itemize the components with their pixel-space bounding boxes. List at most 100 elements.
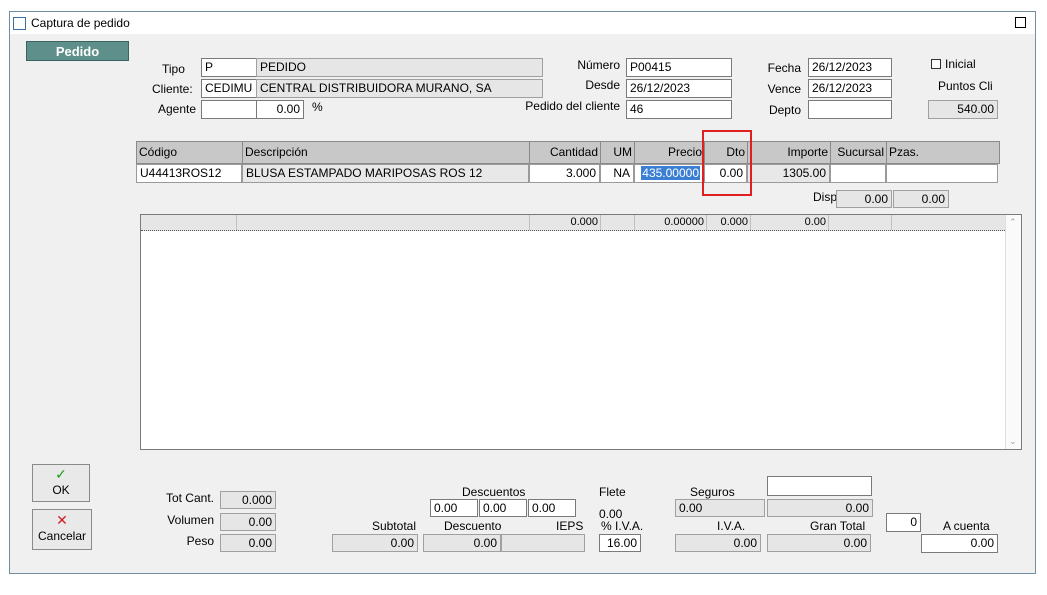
volumen-field: 0.00 xyxy=(220,513,276,531)
col-um[interactable]: UM xyxy=(601,142,635,163)
list-col-1 xyxy=(141,215,237,230)
list-col-2 xyxy=(237,215,530,230)
agente-percent-field[interactable]: 0.00 xyxy=(256,100,304,119)
gran-total-label: Gran Total xyxy=(810,519,866,533)
gran-total-field: 0.00 xyxy=(767,534,871,552)
vence-label: Vence xyxy=(767,82,801,96)
pedido-cliente-field[interactable]: 46 xyxy=(626,100,732,119)
cancel-button[interactable]: ✕ Cancelar xyxy=(32,509,92,550)
disp-field-2: 0.00 xyxy=(893,190,949,208)
row-codigo-field[interactable]: U44413ROS12 xyxy=(136,164,242,183)
tot-cant-label: Tot Cant. xyxy=(165,491,214,505)
check-icon: ✓ xyxy=(55,466,67,482)
percent-symbol: % xyxy=(312,100,323,114)
iva-label: I.V.A. xyxy=(717,519,746,533)
a-cuenta-label: A cuenta xyxy=(943,519,990,533)
dto-highlight-box xyxy=(702,130,752,196)
fecha-label: Fecha xyxy=(767,61,801,75)
ieps-label: IEPS xyxy=(556,519,584,533)
agente-code-field[interactable] xyxy=(201,100,257,119)
pedido-button[interactable]: Pedido xyxy=(26,41,129,61)
row-um-field[interactable]: NA xyxy=(600,164,634,183)
peso-field: 0.00 xyxy=(220,534,276,552)
descuentos-label: Descuentos xyxy=(462,485,526,499)
items-list[interactable]: 0.000 0.00000 0.000 0.00 ⌃ ⌄ xyxy=(140,214,1022,450)
tot-cant-field: 0.000 xyxy=(220,491,276,509)
list-total-importe: 0.00 xyxy=(751,215,829,230)
items-list-scrollbar[interactable]: ⌃ ⌄ xyxy=(1005,215,1021,449)
descuento-1-field[interactable]: 0.00 xyxy=(430,499,478,517)
subtotal-label: Subtotal xyxy=(371,519,416,533)
items-grid-row: U44413ROS12 BLUSA ESTAMPADO MARIPOSAS RO… xyxy=(136,164,1000,183)
row-pzas-field[interactable] xyxy=(886,164,998,183)
pct-iva-field[interactable]: 16.00 xyxy=(599,534,641,552)
pedido-cliente-label: Pedido del cliente xyxy=(525,99,620,113)
seguros-field: 0.00 xyxy=(675,499,765,517)
descuento-field: 0.00 xyxy=(423,534,501,552)
col-codigo[interactable]: Código xyxy=(137,142,243,163)
ok-button[interactable]: ✓ OK xyxy=(32,464,90,502)
extra-input-field[interactable] xyxy=(767,476,872,496)
inicial-label: Inicial xyxy=(945,57,976,71)
row-sucursal-field[interactable] xyxy=(830,164,886,183)
desde-label: Desde xyxy=(585,78,620,92)
descuento-label: Descuento xyxy=(444,519,502,533)
items-list-totals-row: 0.000 0.00000 0.000 0.00 xyxy=(141,215,1007,231)
list-col-um xyxy=(601,215,635,230)
disp-label: Disp xyxy=(813,190,838,204)
extra-value-field: 0.00 xyxy=(767,499,873,517)
agente-label: Agente xyxy=(158,102,197,116)
cliente-name-field: CENTRAL DISTRIBUIDORA MURANO, SA xyxy=(256,79,543,98)
scroll-down-icon[interactable]: ⌄ xyxy=(1009,436,1017,447)
tipo-description-field: PEDIDO xyxy=(256,58,543,77)
list-total-dto: 0.000 xyxy=(707,215,751,230)
col-sucursal[interactable]: Sucursal xyxy=(831,142,887,163)
close-icon: ✕ xyxy=(56,512,68,528)
numero-field[interactable]: P00415 xyxy=(626,58,732,77)
order-capture-window: Captura de pedido Pedido Tipo P PEDIDO C… xyxy=(9,11,1036,574)
cancel-button-label: Cancelar xyxy=(37,529,87,543)
tipo-label: Tipo xyxy=(162,62,185,76)
volumen-label: Volumen xyxy=(167,513,214,527)
cliente-label: Cliente: xyxy=(152,82,193,96)
col-cantidad[interactable]: Cantidad xyxy=(530,142,601,163)
tipo-code-field[interactable]: P xyxy=(201,58,257,77)
row-descripcion-cell: BLUSA ESTAMPADO MARIPOSAS ROS 12 xyxy=(242,164,529,183)
list-col-sucursal xyxy=(829,215,892,230)
row-precio-field[interactable]: 435.00000 xyxy=(634,164,704,183)
depto-field[interactable] xyxy=(808,100,892,119)
title-bar: Captura de pedido xyxy=(10,12,1035,34)
items-grid-header: Código Descripción Cantidad UM Precio Dt… xyxy=(136,141,1000,164)
desde-field[interactable]: 26/12/2023 xyxy=(626,79,732,98)
peso-label: Peso xyxy=(186,534,214,548)
seguros-label: Seguros xyxy=(690,485,735,499)
inicial-checkbox[interactable] xyxy=(931,59,941,69)
list-col-pzas xyxy=(892,215,1007,230)
puntos-cli-label: Puntos Cli xyxy=(938,79,993,93)
col-precio[interactable]: Precio xyxy=(635,142,705,163)
numero-label: Número xyxy=(577,58,620,72)
flete-label: Flete xyxy=(599,485,626,499)
row-precio-selected-text: 435.00000 xyxy=(641,166,700,180)
depto-label: Depto xyxy=(768,103,801,117)
maximize-button[interactable] xyxy=(1015,17,1026,28)
row-importe-cell: 1305.00 xyxy=(747,164,830,183)
a-cuenta-field[interactable]: 0.00 xyxy=(921,534,998,553)
cliente-code-field[interactable]: CEDIMU xyxy=(201,79,257,98)
col-importe[interactable]: Importe xyxy=(748,142,831,163)
fecha-field[interactable]: 26/12/2023 xyxy=(808,58,892,77)
subtotal-field: 0.00 xyxy=(332,534,418,552)
puntos-cli-field: 540.00 xyxy=(928,100,998,119)
list-total-precio: 0.00000 xyxy=(635,215,707,230)
window-icon xyxy=(13,17,26,30)
scroll-up-icon[interactable]: ⌃ xyxy=(1009,217,1017,228)
descuento-3-field[interactable]: 0.00 xyxy=(528,499,576,517)
row-cantidad-field[interactable]: 3.000 xyxy=(529,164,600,183)
ieps-field xyxy=(501,534,585,552)
col-descripcion[interactable]: Descripción xyxy=(243,142,530,163)
descuento-2-field[interactable]: 0.00 xyxy=(479,499,527,517)
count-field[interactable]: 0 xyxy=(886,513,921,532)
iva-field: 0.00 xyxy=(675,534,761,552)
col-pzas[interactable]: Pzas. xyxy=(887,142,999,163)
vence-field[interactable]: 26/12/2023 xyxy=(808,79,892,98)
